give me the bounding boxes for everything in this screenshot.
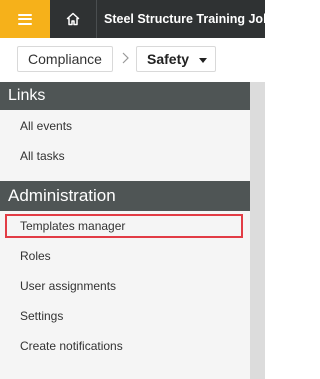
breadcrumb: Compliance Safety	[0, 38, 265, 82]
nav-item-templates-manager[interactable]: Templates manager	[5, 214, 243, 238]
breadcrumb-safety-dropdown[interactable]: Safety	[136, 46, 216, 72]
hamburger-icon	[18, 13, 32, 25]
breadcrumb-compliance[interactable]: Compliance	[17, 46, 113, 72]
top-bar: Steel Structure Training Job |	[0, 0, 265, 38]
nav-item-create-notifications[interactable]: Create notifications	[0, 331, 250, 361]
nav-item-settings[interactable]: Settings	[0, 301, 250, 331]
chevron-right-icon	[122, 52, 129, 64]
home-button[interactable]	[50, 0, 96, 38]
caret-down-icon	[199, 58, 207, 63]
breadcrumb-safety-label: Safety	[147, 51, 190, 67]
job-title[interactable]: Steel Structure Training Job |	[97, 0, 265, 38]
home-icon	[66, 12, 80, 26]
section-header-links: Links	[0, 82, 250, 110]
section-header-administration: Administration	[0, 181, 250, 211]
menu-button[interactable]	[0, 0, 50, 38]
nav-item-all-tasks[interactable]: All tasks	[0, 141, 250, 171]
nav-item-roles[interactable]: Roles	[0, 241, 250, 271]
nav-item-all-events[interactable]: All events	[0, 111, 250, 141]
content-scroll-strip	[250, 82, 265, 379]
nav-item-user-assignments[interactable]: User assignments	[0, 271, 250, 301]
